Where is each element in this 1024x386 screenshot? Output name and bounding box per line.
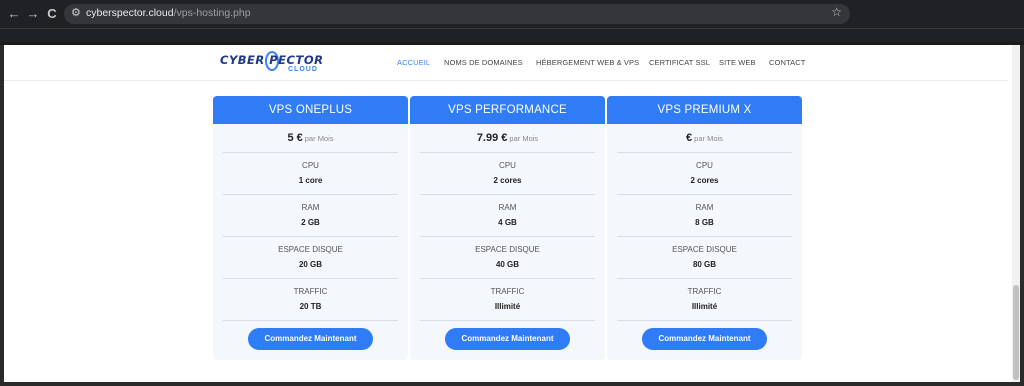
browser-toolbar: ← → C ⚙ cyberspector.cloud/vps-hosting.p… <box>0 0 1024 28</box>
spec-value: Illimité <box>691 302 718 311</box>
back-icon[interactable]: ← <box>6 6 22 22</box>
nav-item-certificat-ssl[interactable]: CERTIFICAT SSL <box>649 58 710 67</box>
spec-label: ESPACE DISQUE <box>475 245 540 254</box>
order-now-button[interactable]: Commandez Maintenant <box>642 328 767 350</box>
spec-cpu: CPU 2 cores <box>607 153 802 194</box>
spec-disk: ESPACE DISQUE 20 GB <box>213 237 408 278</box>
spec-value: Illimité <box>494 302 521 311</box>
price-value: € <box>686 132 693 144</box>
divider <box>223 320 398 321</box>
nav-item-noms-de-domaines[interactable]: NOMS DE DOMAINES <box>444 58 523 67</box>
spec-cpu: CPU 1 core <box>213 153 408 194</box>
spec-disk: ESPACE DISQUE 40 GB <box>410 237 605 278</box>
spec-ram: RAM 4 GB <box>410 195 605 236</box>
plan-title: VPS PREMIUM X <box>607 96 802 124</box>
plan-card-oneplus: VPS ONEPLUS 5 € par Mois CPU 1 core RAM 2 G… <box>213 96 408 360</box>
site-settings-icon[interactable]: ⚙ <box>71 6 81 19</box>
spec-value: 2 cores <box>690 176 719 185</box>
nav-item-accueil[interactable]: ACCUEIL <box>397 58 430 67</box>
spec-label: TRAFFIC <box>293 287 328 296</box>
spec-value: 2 cores <box>493 176 522 185</box>
price-value: 5 € <box>287 132 303 144</box>
spec-label: ESPACE DISQUE <box>278 245 343 254</box>
spec-ram: RAM 2 GB <box>213 195 408 236</box>
spec-disk: ESPACE DISQUE 80 GB <box>607 237 802 278</box>
spec-traffic: TRAFFIC Illimité <box>607 279 802 320</box>
page-scrollbar[interactable] <box>1012 45 1020 382</box>
spec-value: 4 GB <box>498 218 517 227</box>
spec-traffic: TRAFFIC 20 TB <box>213 279 408 320</box>
plan-price: 7.99 € par Mois <box>410 124 605 152</box>
plan-price: 5 € par Mois <box>213 124 408 152</box>
spec-label: ESPACE DISQUE <box>672 245 737 254</box>
logo-text-main: CYBER PECTOR <box>220 53 324 67</box>
url-path: /vps-hosting.php <box>173 7 251 19</box>
order-now-button[interactable]: Commandez Maintenant <box>445 328 570 350</box>
price-period: par Mois <box>509 134 539 143</box>
spec-cpu: CPU 2 cores <box>410 153 605 194</box>
reload-icon[interactable]: C <box>44 6 60 22</box>
site-logo[interactable]: CYBER PECTOR CLOUD <box>220 51 330 75</box>
spec-ram: RAM 8 GB <box>607 195 802 236</box>
spec-value: 20 GB <box>298 260 323 269</box>
divider <box>420 320 595 321</box>
spec-label: CPU <box>696 161 713 170</box>
spec-label: RAM <box>695 203 714 212</box>
spec-label: RAM <box>498 203 517 212</box>
spec-traffic: TRAFFIC Illimité <box>410 279 605 320</box>
order-now-button[interactable]: Commandez Maintenant <box>248 328 373 350</box>
plan-card-performance: VPS PERFORMANCE 7.99 € par Mois CPU 2 core… <box>410 96 605 360</box>
spec-value: 20 TB <box>299 302 322 311</box>
forward-icon[interactable]: → <box>25 6 41 22</box>
address-bar[interactable]: ⚙ cyberspector.cloud/vps-hosting.php ☆ <box>64 4 850 24</box>
spec-label: CPU <box>499 161 516 170</box>
spec-value: 40 GB <box>495 260 520 269</box>
spec-label: TRAFFIC <box>490 287 525 296</box>
site-header: CYBER PECTOR CLOUD ACCUEIL NOMS DE DOMAI… <box>4 45 1008 81</box>
url-text: cyberspector.cloud/vps-hosting.php <box>86 7 251 19</box>
browser-subbar <box>0 28 1024 42</box>
price-period: par Mois <box>694 134 723 143</box>
spec-value: 80 GB <box>692 260 717 269</box>
divider <box>617 320 792 321</box>
logo-text-sub: CLOUD <box>288 66 318 73</box>
nav-item-hebergement[interactable]: HÉBERGEMENT WEB & VPS <box>536 58 639 67</box>
spec-value: 1 core <box>298 176 323 185</box>
price-value: 7.99 € <box>476 132 508 144</box>
bookmark-star-icon[interactable]: ☆ <box>831 5 842 19</box>
price-period: par Mois <box>304 134 334 143</box>
scrollbar-thumb[interactable] <box>1013 285 1019 380</box>
spec-label: TRAFFIC <box>687 287 722 296</box>
spec-value: 2 GB <box>301 218 320 227</box>
spec-label: CPU <box>302 161 319 170</box>
spec-value: 8 GB <box>695 218 714 227</box>
url-host: cyberspector.cloud <box>86 7 174 19</box>
nav-item-site-web[interactable]: SITE WEB <box>719 58 756 67</box>
plan-price: € par Mois <box>607 124 802 152</box>
plan-card-premium-x: VPS PREMIUM X € par Mois CPU 2 cores RAM 8 … <box>607 96 802 360</box>
spec-label: RAM <box>301 203 320 212</box>
plan-title: VPS ONEPLUS <box>213 96 408 124</box>
nav-item-contact[interactable]: CONTACT <box>769 58 805 67</box>
plan-title: VPS PERFORMANCE <box>410 96 605 124</box>
